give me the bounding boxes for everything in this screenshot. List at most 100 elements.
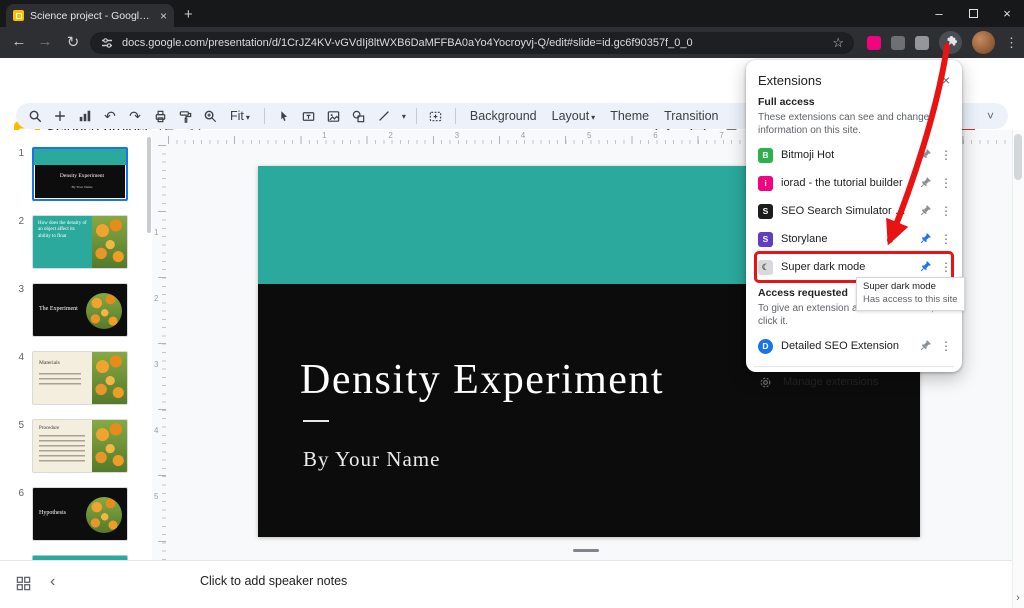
paint-format-icon[interactable] [176,107,194,125]
new-tab-button[interactable]: + [184,7,193,22]
extension-menu-icon[interactable]: ⋮ [940,339,950,353]
address-bar[interactable]: docs.google.com/presentation/d/1CrJZ4KV-… [90,32,854,54]
line-dropdown-icon[interactable]: ▾ [402,112,406,121]
slide-number: 3 [14,283,24,337]
background-button[interactable]: Background [466,109,541,123]
pin-icon[interactable] [918,176,932,190]
profile-avatar[interactable] [972,31,995,54]
new-slide-icon[interactable] [51,107,69,125]
tab-close-icon[interactable]: × [160,10,167,22]
slide-thumbnail-2[interactable]: How does the density of an object affect… [32,215,128,269]
photo-thumbnail [86,293,122,329]
pin-icon[interactable] [918,260,932,274]
slide-thumbnail-6[interactable]: Hypothesis [32,487,128,541]
pin-icon[interactable] [918,339,932,353]
slide-number: 1 [14,147,24,201]
bookmark-star-icon[interactable]: ☆ [832,35,844,51]
chart-icon[interactable] [76,107,94,125]
slide-thumbnail-4[interactable]: Materials [32,351,128,405]
thumb-teal-band [34,149,126,165]
insert-placeholder-icon[interactable] [427,107,445,125]
slide-accent-dash [303,420,329,422]
extension-row-bitmoji-hot[interactable]: BBitmoji Hot⋮ [758,141,950,169]
select-tool-icon[interactable] [275,107,293,125]
extension-row-detailed-seo-extension[interactable]: DDetailed SEO Extension⋮ [758,332,950,360]
maximize-button[interactable] [956,0,990,27]
browser-tab[interactable]: Science project - Google Slides × [6,4,174,27]
slide-thumbnail-5[interactable]: Procedure [32,419,128,473]
pin-icon[interactable] [918,148,932,162]
back-button[interactable]: ← [8,33,30,50]
insert-line-icon[interactable] [375,107,393,125]
manage-extensions-button[interactable]: Manage extensions [758,369,950,395]
slide-thumbnail-3[interactable]: The Experiment [32,283,128,337]
extension-logo-icon: B [758,148,773,163]
vertical-ruler: 12345 [152,145,167,560]
scrollbar-thumb[interactable] [1014,134,1022,180]
gear-icon [758,375,773,390]
extension-menu-icon[interactable]: ⋮ [940,260,950,274]
browser-menu-icon[interactable]: ⋮ [1005,35,1018,51]
extension-logo-icon: S [758,232,773,247]
redo-icon[interactable]: ↷ [126,108,144,125]
browser-titlebar: Science project - Google Slides × + – × [0,0,1024,27]
extension-menu-icon[interactable]: ⋮ [940,148,950,162]
extension-menu-icon[interactable]: ⋮ [940,232,950,246]
zoom-icon[interactable] [201,107,219,125]
extension-logo-icon: i [758,176,773,191]
pin-icon[interactable] [918,204,932,218]
notes-resize-handle[interactable] [573,549,599,552]
full-access-label: Full access [758,96,950,108]
extension-row-seo-search-simulator-by-n-[interactable]: SSEO Search Simulator by N...⋮ [758,197,950,225]
forward-button[interactable]: → [34,33,56,50]
speaker-notes-input[interactable]: Click to add speaker notes [200,574,347,588]
popup-divider [754,366,954,367]
browser-extension-strip: ⋮ [867,27,1018,58]
extension-logo-icon: S [758,204,773,219]
extension-icon[interactable] [891,36,905,50]
full-access-description: These extensions can see and change info… [758,111,950,137]
pin-icon[interactable] [918,232,932,246]
popup-close-icon[interactable]: × [942,72,950,88]
close-window-button[interactable]: × [990,0,1024,27]
extensions-puzzle-icon[interactable] [939,31,962,54]
menu-search-icon[interactable] [26,107,44,125]
filmstrip-scrollbar[interactable] [147,137,151,233]
slide-title-text[interactable]: Density Experiment [300,356,664,404]
iorad-extension-icon[interactable] [867,36,881,50]
minimize-button[interactable]: – [922,0,956,27]
insert-shape-icon[interactable] [350,107,368,125]
collapse-filmstrip-icon[interactable]: ‹ [50,573,55,591]
zoom-select[interactable]: Fit▾ [226,109,254,123]
extension-icon[interactable] [915,36,929,50]
screen: Science project - Google Slides × + – × … [0,0,1024,608]
photo-thumbnail [92,216,127,268]
slide-subtitle-text[interactable]: By Your Name [303,447,440,472]
slides-favicon-icon [13,10,24,21]
insert-image-icon[interactable] [325,107,343,125]
text-box-icon[interactable] [300,107,318,125]
reload-button[interactable]: ↻ [62,33,84,51]
grid-view-icon[interactable] [16,576,31,591]
theme-button[interactable]: Theme [606,109,653,123]
extension-row-storylane[interactable]: SStorylane⋮ [758,225,950,253]
extension-menu-icon[interactable]: ⋮ [940,204,950,218]
print-icon[interactable] [151,107,169,125]
layout-button[interactable]: Layout▾ [548,109,600,123]
photo-thumbnail [86,497,122,533]
scroll-arrow-icon[interactable]: › [1013,592,1023,604]
transition-button[interactable]: Transition [660,109,722,123]
extension-row-iorad-the-tutorial-builder[interactable]: iiorad - the tutorial builder⋮ [758,169,950,197]
site-settings-icon[interactable] [100,36,114,50]
slide-thumbnail-1[interactable]: Density ExperimentBy Your Name [32,147,128,201]
tab-title: Science project - Google Slides [30,10,154,22]
slide-number: 4 [14,351,24,405]
undo-icon[interactable]: ↶ [101,108,119,125]
slide-number: 6 [14,487,24,541]
collapse-toolbar-icon[interactable]: ˅ [987,109,998,123]
extension-menu-icon[interactable]: ⋮ [940,176,950,190]
extension-logo-icon: ☾ [758,260,773,275]
extension-tooltip: Super dark mode Has access to this site [856,277,965,311]
url-text[interactable]: docs.google.com/presentation/d/1CrJZ4KV-… [122,37,824,49]
vertical-scrollbar[interactable]: › [1012,130,1024,608]
